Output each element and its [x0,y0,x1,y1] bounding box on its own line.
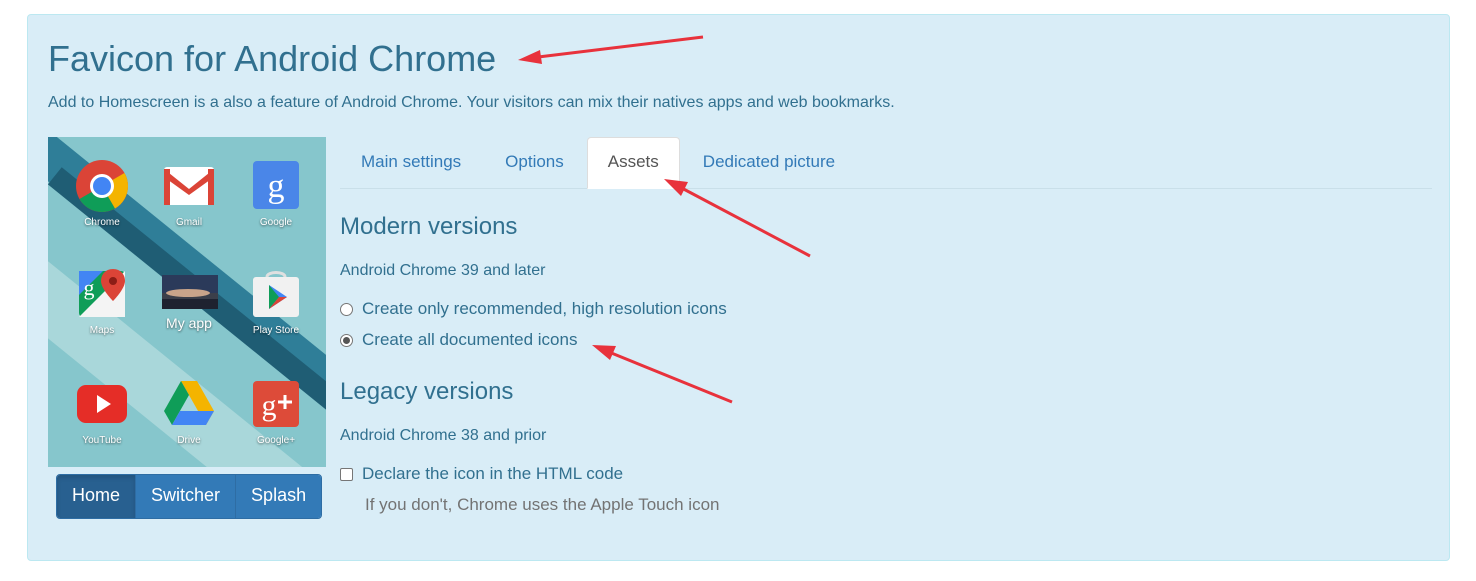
checkbox-label: Declare the icon in the HTML code [362,464,624,483]
homescreen-preview: Chrome Gmail g Google g Maps My app Play… [48,137,326,467]
app-label: YouTube [82,435,122,446]
info-panel: Favicon for Android Chrome Add to Homesc… [27,14,1450,561]
app-google[interactable]: g Google [241,159,311,228]
google-plus-icon: g [249,377,303,431]
app-label: Google+ [256,435,296,446]
app-label: Play Store [252,325,300,336]
app-label: Drive [177,435,201,446]
maps-icon: g [75,267,129,321]
page-subtitle: Add to Homescreen is a also a feature of… [48,94,895,111]
app-label: Google [259,217,293,228]
app-gmail[interactable]: Gmail [154,159,224,228]
tab-main-settings[interactable]: Main settings [340,137,482,188]
svg-text:g: g [84,275,95,300]
svg-text:g: g [268,168,285,205]
legacy-versions-note: Android Chrome 38 and prior [340,427,547,444]
radio-recommended-icons[interactable]: Create only recommended, high resolution… [340,299,727,319]
switcher-view-button[interactable]: Switcher [136,475,237,518]
gmail-icon [162,159,216,213]
modern-versions-heading: Modern versions [340,213,518,240]
declare-icon-checkbox-row[interactable]: Declare the icon in the HTML code [340,464,623,484]
tab-options[interactable]: Options [484,137,585,188]
app-my-app[interactable]: My app [154,275,224,331]
radio-all-documented-icons[interactable]: Create all documented icons [340,330,577,350]
app-youtube[interactable]: YouTube [67,377,137,446]
app-chrome[interactable]: Chrome [67,159,137,228]
play-store-icon [249,267,303,321]
radio-label: Create all documented icons [362,330,578,349]
app-label: Chrome [84,217,120,228]
legacy-versions-heading: Legacy versions [340,378,514,405]
radio-button[interactable] [340,333,353,347]
app-label: My app [166,315,212,331]
page-title: Favicon for Android Chrome [48,38,497,79]
splash-view-button[interactable]: Splash [236,475,322,518]
my-app-icon [162,275,218,311]
app-play-store[interactable]: Play Store [241,267,311,336]
settings-tabs: Main settings Options Assets Dedicated p… [340,137,1432,189]
app-maps[interactable]: g Maps [67,267,137,336]
youtube-icon [75,377,129,431]
app-label: Maps [89,325,115,336]
drive-icon [162,377,216,431]
modern-versions-note: Android Chrome 39 and later [340,262,546,279]
home-view-button[interactable]: Home [57,475,137,518]
declare-icon-checkbox[interactable] [340,467,353,481]
radio-button[interactable] [340,302,353,316]
app-google-plus[interactable]: g Google+ [241,377,311,446]
svg-text:g: g [262,389,277,422]
tab-dedicated-picture[interactable]: Dedicated picture [682,137,856,188]
chrome-icon [75,159,129,213]
preview-view-button-group: Home Switcher Splash [56,474,323,519]
app-label: Gmail [175,217,203,228]
tab-assets[interactable]: Assets [586,137,680,189]
google-icon: g [249,159,303,213]
declare-icon-hint: If you don't, Chrome uses the Apple Touc… [365,495,720,514]
app-drive[interactable]: Drive [154,377,224,446]
radio-label: Create only recommended, high resolution… [362,299,727,318]
